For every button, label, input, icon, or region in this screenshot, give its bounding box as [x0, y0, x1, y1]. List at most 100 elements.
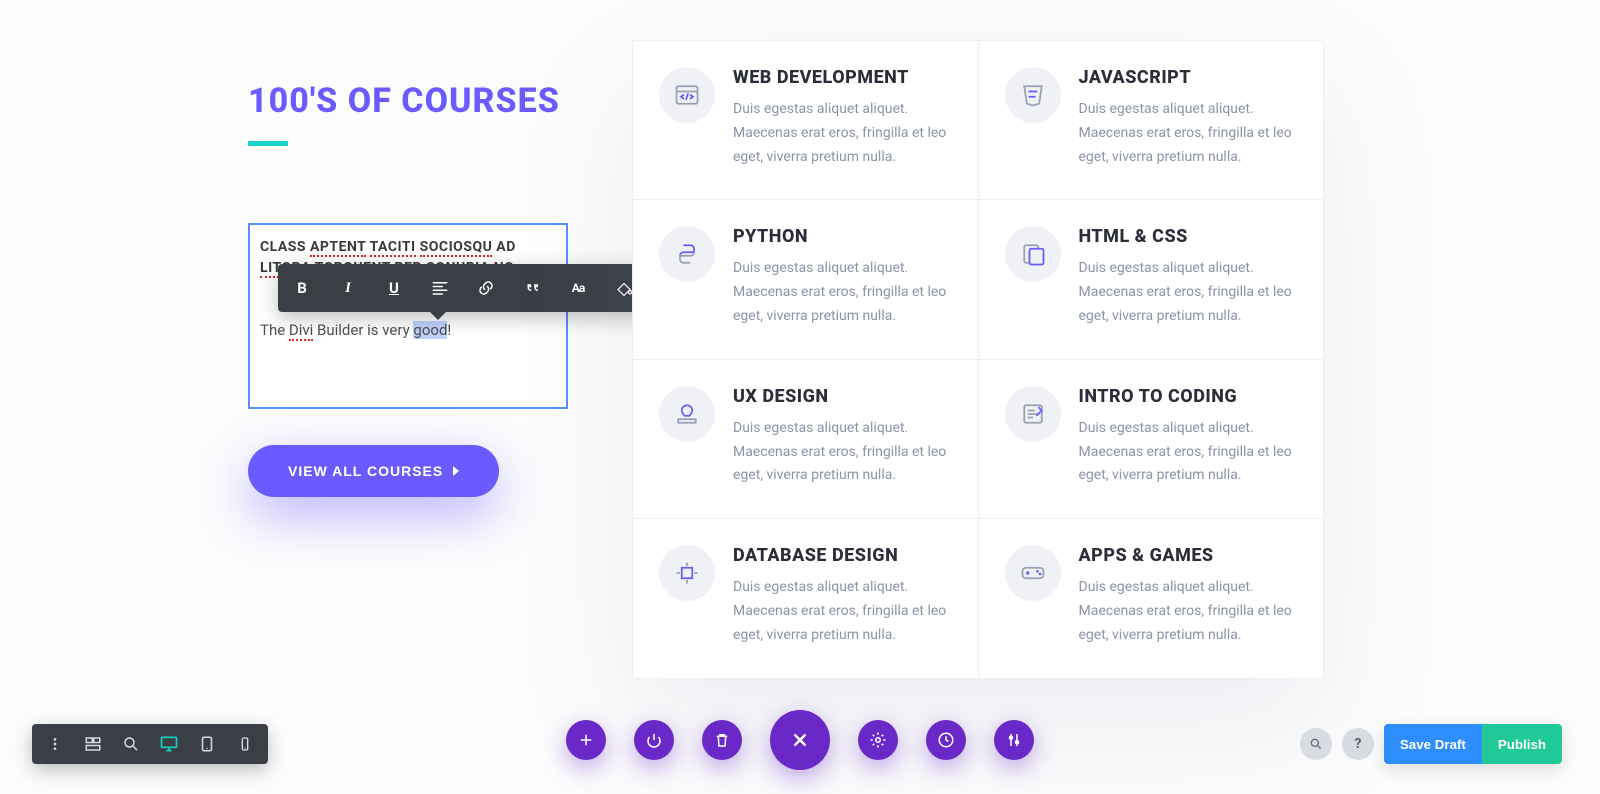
search-icon [1309, 737, 1323, 751]
italic-button[interactable]: I [336, 276, 360, 300]
javascript-icon [1005, 67, 1061, 123]
close-icon [789, 729, 811, 751]
tablet-view-button[interactable] [188, 724, 226, 764]
more-options-button[interactable] [36, 724, 74, 764]
course-card[interactable]: APPS & GAMES Duis egestas aliquet aliquet… [979, 519, 1324, 677]
sliders-button[interactable] [994, 720, 1034, 760]
mobile-icon [237, 735, 253, 753]
settings-button[interactable] [858, 720, 898, 760]
course-desc: Duis egestas aliquet aliquet. Maecenas e… [733, 576, 952, 647]
desktop-view-button[interactable] [150, 724, 188, 764]
text: CLASS [260, 239, 310, 255]
quote-button[interactable] [520, 276, 544, 300]
dots-vertical-icon [47, 736, 63, 752]
sliders-icon [1005, 731, 1023, 749]
course-desc: Duis egestas aliquet aliquet. Maecenas e… [733, 98, 952, 169]
course-title: PYTHON [733, 226, 952, 247]
search-page-button[interactable] [1300, 728, 1332, 760]
paint-bucket-icon [615, 279, 633, 297]
font-icon: Aa [572, 281, 584, 295]
italic-icon: I [345, 280, 351, 297]
power-button[interactable] [634, 720, 674, 760]
view-all-courses-button[interactable]: VIEW ALL COURSES [248, 445, 499, 497]
save-draft-button[interactable]: Save Draft [1384, 724, 1482, 764]
clock-icon [937, 731, 955, 749]
cta-label: VIEW ALL COURSES [288, 463, 443, 479]
course-title: WEB DEVELOPMENT [733, 67, 952, 88]
text: The [260, 321, 289, 339]
ux-icon [659, 386, 715, 442]
course-card[interactable]: INTRO TO CODING Duis egestas aliquet aliq… [979, 360, 1324, 519]
bold-button[interactable]: B [290, 276, 314, 300]
mobile-view-button[interactable] [226, 724, 264, 764]
publish-button[interactable]: Publish [1482, 724, 1562, 764]
spellcheck-underline: Divi [289, 321, 313, 341]
course-card[interactable]: HTML & CSS Duis egestas aliquet aliquet. … [979, 200, 1324, 359]
text: AD [492, 239, 515, 255]
trash-icon [713, 731, 731, 749]
course-grid: WEB DEVELOPMENT Duis egestas aliquet aliq… [632, 40, 1324, 679]
course-card[interactable]: WEB DEVELOPMENT Duis egestas aliquet aliq… [633, 41, 979, 200]
wireframe-icon [84, 735, 102, 753]
course-desc: Duis egestas aliquet aliquet. Maecenas e… [733, 417, 952, 488]
section-heading: 100'S OF COURSES [248, 80, 568, 123]
publish-button-group: Save Draft Publish [1384, 724, 1562, 764]
tablet-icon [198, 735, 216, 753]
zoom-icon [122, 735, 140, 753]
text-editor-module[interactable]: CLASS APTENT TACITI SOCIOSQU AD LITORA T… [248, 223, 568, 409]
text-selection: good [413, 321, 447, 339]
database-icon [659, 545, 715, 601]
power-icon [645, 731, 663, 749]
align-button[interactable] [428, 276, 452, 300]
caret-right-icon [453, 466, 459, 476]
course-desc: Duis egestas aliquet aliquet. Maecenas e… [1079, 417, 1298, 488]
intro-coding-icon [1005, 386, 1061, 442]
course-title: INTRO TO CODING [1079, 386, 1298, 407]
wireframe-view-button[interactable] [74, 724, 112, 764]
spellcheck-underline: APTENT [310, 239, 366, 257]
html-css-icon [1005, 226, 1061, 282]
desktop-icon [159, 734, 179, 754]
builder-action-bar [566, 710, 1034, 770]
bottom-right-controls: ? Save Draft Publish [1300, 724, 1562, 764]
plus-icon [577, 731, 595, 749]
close-builder-button[interactable] [770, 710, 830, 770]
course-title: HTML & CSS [1079, 226, 1298, 247]
games-icon [1005, 545, 1061, 601]
course-desc: Duis egestas aliquet aliquet. Maecenas e… [1079, 257, 1298, 328]
python-icon [659, 226, 715, 282]
text: Builder is very [313, 321, 413, 339]
link-button[interactable] [474, 276, 498, 300]
bold-icon: B [297, 279, 307, 297]
course-card[interactable]: JAVASCRIPT Duis egestas aliquet aliquet. … [979, 41, 1324, 200]
course-title: DATABASE DESIGN [733, 545, 952, 566]
course-card[interactable]: DATABASE DESIGN Duis egestas aliquet aliq… [633, 519, 979, 677]
view-toolbar [32, 724, 268, 764]
webdev-icon [659, 67, 715, 123]
add-button[interactable] [566, 720, 606, 760]
font-button[interactable]: Aa [566, 276, 590, 300]
help-button[interactable]: ? [1342, 728, 1374, 760]
underline-icon: U [389, 279, 399, 297]
course-title: APPS & GAMES [1079, 545, 1298, 566]
course-desc: Duis egestas aliquet aliquet. Maecenas e… [1079, 98, 1298, 169]
course-title: JAVASCRIPT [1079, 67, 1298, 88]
course-card[interactable]: PYTHON Duis egestas aliquet aliquet. Maec… [633, 200, 979, 359]
spellcheck-underline: TACITI [370, 239, 416, 257]
question-icon: ? [1354, 736, 1361, 752]
delete-button[interactable] [702, 720, 742, 760]
underline-button[interactable]: U [382, 276, 406, 300]
editor-paragraph[interactable]: The Divi Builder is very good! [260, 321, 554, 339]
history-button[interactable] [926, 720, 966, 760]
course-desc: Duis egestas aliquet aliquet. Maecenas e… [733, 257, 952, 328]
quote-icon [523, 279, 541, 297]
course-desc: Duis egestas aliquet aliquet. Maecenas e… [1079, 576, 1298, 647]
align-icon [431, 279, 449, 297]
zoom-button[interactable] [112, 724, 150, 764]
link-icon [477, 279, 495, 297]
gear-icon [869, 731, 887, 749]
course-title: UX DESIGN [733, 386, 952, 407]
heading-underline [248, 141, 288, 146]
course-card[interactable]: UX DESIGN Duis egestas aliquet aliquet. M… [633, 360, 979, 519]
spellcheck-underline: SOCIOSQU [420, 239, 493, 257]
